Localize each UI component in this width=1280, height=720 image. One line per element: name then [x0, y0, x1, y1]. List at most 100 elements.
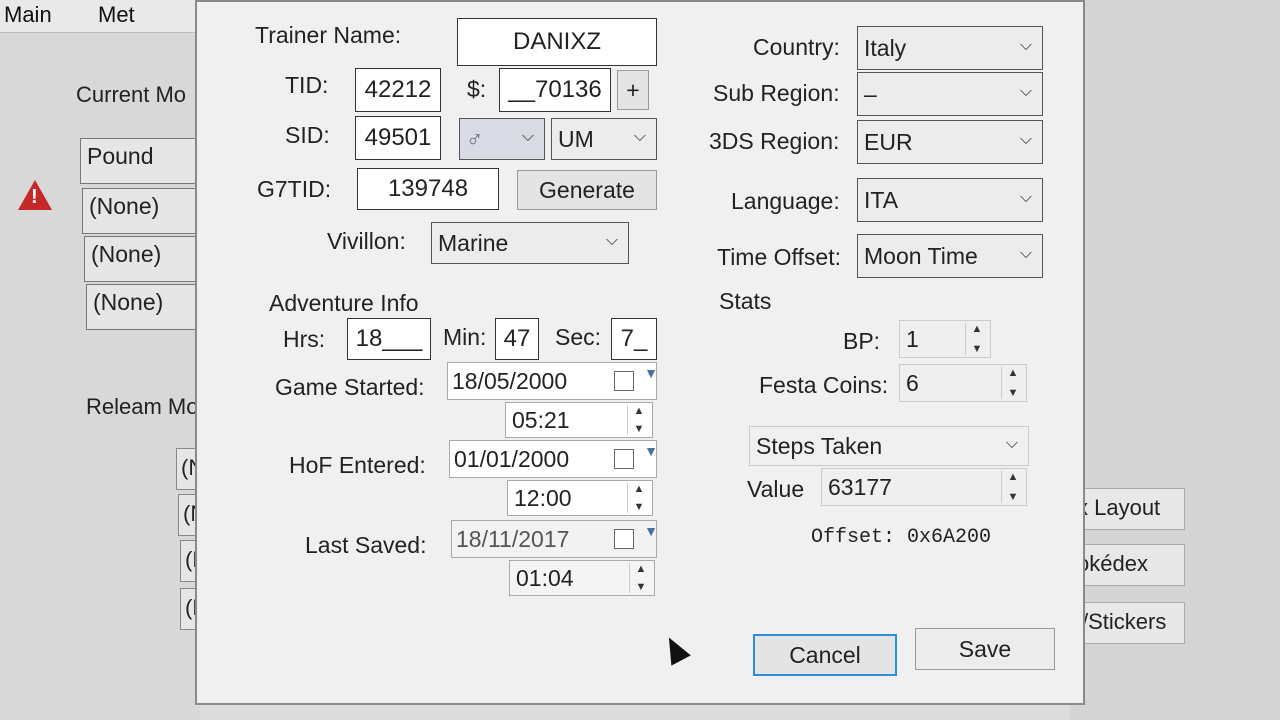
chevron-down-icon: ⌵ [1019, 189, 1032, 207]
spinner-arrows-icon[interactable]: ▲ ▼ [627, 483, 650, 513]
moves-panel: Current Mo ! Pound (None) (None) (None) … [0, 34, 220, 720]
seconds-label: Sec: [555, 324, 602, 350]
tid-field[interactable]: 42212 [355, 68, 441, 112]
calendar-dropdown-icon[interactable]: ▼ [644, 443, 658, 459]
spinner-arrows-icon[interactable]: ▲ ▼ [1001, 471, 1024, 503]
time-offset-label: Time Offset: [717, 244, 841, 270]
chevron-down-icon: ⌵ [521, 128, 534, 146]
record-stat-select[interactable]: Steps Taken ⌵ [749, 426, 1029, 466]
offset-text: Offset: 0x6A200 [811, 526, 992, 549]
generate-button[interactable]: Generate [517, 170, 657, 210]
cancel-button[interactable]: Cancel [753, 634, 897, 676]
vivillon-select[interactable]: Marine ⌵ [431, 222, 629, 264]
sid-label: SID: [285, 122, 330, 148]
date-checkbox[interactable] [614, 529, 634, 549]
language-value: ITA [864, 186, 899, 213]
vivillon-value: Marine [438, 229, 509, 256]
time-offset-value: Moon Time [864, 242, 978, 269]
hours-label: Hrs: [283, 326, 326, 352]
spinner-arrows-icon[interactable]: ▲ ▼ [1001, 367, 1024, 399]
trainer-name-field[interactable]: DANIXZ [457, 18, 657, 66]
trainer-name-label: Trainer Name: [255, 22, 402, 48]
ds-region-label: 3DS Region: [709, 128, 840, 154]
date-checkbox[interactable] [614, 449, 634, 469]
ds-region-select[interactable]: EUR ⌵ [857, 120, 1043, 164]
sub-region-label: Sub Region: [713, 80, 840, 106]
chevron-down-icon: ⌵ [633, 128, 646, 146]
spinner-arrows-icon[interactable]: ▲ ▼ [629, 563, 652, 593]
game-started-label: Game Started: [275, 374, 425, 400]
last-saved-date[interactable]: 18/11/2017 ▼ [451, 520, 658, 558]
last-saved-time-value: 01:04 [516, 564, 574, 591]
tid-label: TID: [285, 72, 329, 98]
last-saved-time[interactable]: 01:04 ▲ ▼ [509, 560, 655, 596]
relearn-moves-label: Releam Mo [86, 394, 199, 419]
festa-coins-label: Festa Coins: [759, 372, 889, 398]
chevron-down-icon: ⌵ [1019, 83, 1032, 101]
bp-label: BP: [843, 328, 881, 354]
game-started-date-value: 18/05/2000 [452, 367, 568, 394]
sid-field[interactable]: 49501 [355, 116, 441, 160]
country-select[interactable]: Italy ⌵ [857, 26, 1043, 70]
warning-icon: ! [18, 180, 52, 210]
festa-coins-spinner[interactable]: 6 ▲ ▼ [899, 364, 1027, 402]
male-icon: ♂ [466, 125, 484, 152]
record-stat-value: Steps Taken [756, 432, 883, 459]
bp-spinner[interactable]: 1 ▲ ▼ [899, 320, 991, 358]
chevron-down-icon: ⌵ [1019, 131, 1032, 149]
pokedex-button[interactable]: okédex [1070, 544, 1185, 586]
date-checkbox[interactable] [614, 371, 634, 391]
medals-stickers-button[interactable]: s/Stickers [1070, 602, 1185, 644]
country-value: Italy [864, 34, 907, 61]
chevron-down-icon: ⌵ [1019, 37, 1032, 55]
minutes-field[interactable]: 47 [495, 318, 539, 360]
language-select[interactable]: ITA ⌵ [857, 178, 1043, 222]
chevron-down-icon: ⌵ [605, 232, 618, 250]
current-moves-label: Current Mo [76, 82, 187, 107]
festa-coins-value: 6 [906, 369, 919, 396]
chevron-down-icon: ⌵ [1005, 435, 1018, 453]
hof-entered-time[interactable]: 12:00 ▲ ▼ [507, 480, 653, 516]
max-money-button[interactable]: + [617, 70, 649, 110]
calendar-dropdown-icon[interactable]: ▼ [644, 523, 658, 539]
hof-entered-time-value: 12:00 [514, 484, 572, 511]
tab-main[interactable]: Main [4, 2, 52, 28]
record-value-spinner[interactable]: 63177 ▲ ▼ [821, 468, 1027, 506]
game-started-time[interactable]: 05:21 ▲ ▼ [505, 402, 653, 438]
record-value: 63177 [828, 473, 892, 500]
hof-entered-date[interactable]: 01/01/2000 ▼ [449, 440, 658, 478]
seconds-field[interactable]: 7_ [611, 318, 657, 360]
value-label: Value [747, 476, 805, 502]
game-started-date[interactable]: 18/05/2000 ▼ [447, 362, 658, 400]
trainer-info-dialog: Trainer Name: DANIXZ TID: 42212 $: __701… [195, 0, 1085, 705]
spinner-arrows-icon[interactable]: ▲ ▼ [965, 323, 988, 355]
ds-region-value: EUR [864, 128, 913, 155]
money-label: $: [467, 76, 487, 102]
calendar-dropdown-icon[interactable]: ▼ [644, 365, 658, 381]
hours-field[interactable]: 18___ [347, 318, 431, 360]
money-field[interactable]: __70136 [499, 68, 611, 112]
sub-region-value: – [864, 80, 877, 107]
save-button[interactable]: Save [915, 628, 1055, 670]
g7tid-field[interactable]: 139748 [357, 168, 499, 210]
last-saved-label: Last Saved: [305, 532, 427, 558]
chevron-down-icon: ⌵ [1019, 245, 1032, 263]
sub-region-select[interactable]: – ⌵ [857, 72, 1043, 116]
gender-select[interactable]: ♂ ⌵ [459, 118, 545, 160]
vivillon-label: Vivillon: [327, 228, 406, 254]
hof-entered-label: HoF Entered: [289, 452, 426, 478]
language-label: Language: [731, 188, 840, 214]
spinner-arrows-icon[interactable]: ▲ ▼ [627, 405, 650, 435]
minutes-label: Min: [443, 324, 487, 350]
version-select[interactable]: UM ⌵ [551, 118, 657, 160]
game-started-time-value: 05:21 [512, 406, 570, 433]
bp-value: 1 [906, 325, 919, 352]
country-label: Country: [753, 34, 840, 60]
hof-entered-date-value: 01/01/2000 [454, 445, 570, 472]
move-slot-1[interactable]: Pound [80, 138, 210, 184]
time-offset-select[interactable]: Moon Time ⌵ [857, 234, 1043, 278]
box-layout-button[interactable]: x Layout [1070, 488, 1185, 530]
stats-title: Stats [719, 288, 772, 314]
move-slot-2[interactable]: (None) [82, 188, 212, 234]
tab-met[interactable]: Met [98, 2, 135, 28]
